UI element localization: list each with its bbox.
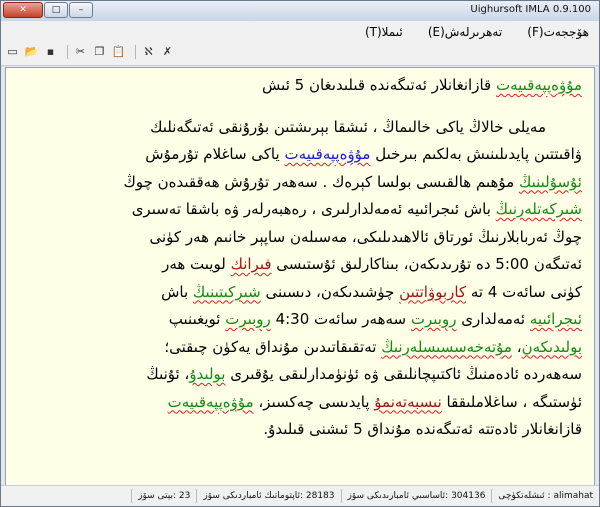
menu-file[interactable]: ھۆججەت(F) — [517, 23, 599, 41]
strikethrough-icon[interactable]: ✗ — [160, 45, 175, 59]
text-run: باش ئىجرائىيە ئەمەلدارلىرى ، رەھبەرلەر ۋ… — [131, 200, 496, 218]
text-run: مەيلى خالاڭ ياكى خالىماڭ ، ئىشقا بېرىشتى… — [150, 117, 546, 136]
status-bar: ئىشلەتكۈچى : alimahat ئاساسىي ئامبارىدىك… — [1, 485, 599, 506]
status-auto-value: 28183 — [305, 491, 335, 501]
save-icon[interactable]: ▪ — [43, 45, 58, 59]
text-line: شىركەتلەرنىڭ باش ئىجرائىيە ئەمەلدارلىرى … — [20, 196, 582, 224]
text-run: ئۈستىگە ، ساغلاملىققا — [441, 392, 582, 411]
text-line: سەھەردە ئادەمنىڭ ئاكتىپچانلىقى ۋە ئۈنۈمد… — [20, 361, 582, 389]
menu-edit[interactable]: تەھرىرلەش(E) — [418, 23, 512, 41]
text-line: ئەتىگەن 5:00 دە تۇرىدىكەن، بىناكارلىق ئۇ… — [20, 251, 582, 279]
flagged-word[interactable]: ئىجرائىيە — [530, 310, 582, 328]
status-user-value: alimahat — [553, 491, 593, 501]
text-line: ئۈستىگە ، ساغلاملىققا نىسبەتەنمۇ پايدىسى… — [20, 389, 582, 417]
flagged-word[interactable]: بولىدۇ — [189, 365, 225, 383]
toolbar-separator — [67, 45, 68, 59]
text-run: قازانغانلار ئادەتتە ئەتىگەندە مۇنداق 5 ئ… — [263, 420, 582, 438]
text-line: بولىدىكەن، مۇتەخەسسىسلەرنىڭ تەتقىقاتىدىن… — [20, 334, 582, 362]
text-line: ئۇسۇلىنىڭ مۇھىم ھالقىسى بولسا كېرەك . سە… — [20, 169, 583, 197]
flagged-word[interactable]: مۇۋەپپەقىيەت — [168, 393, 254, 411]
status-page-words: بېتى سۆز: 23 — [131, 489, 196, 503]
text-run: كۈنى سائەت 4 تە — [466, 282, 582, 301]
flagged-word[interactable]: روبىرت — [411, 310, 457, 328]
text-run: ئەتىگەن 5:00 دە تۇرىدىكەن، بىناكارلىق ئۇ… — [271, 255, 582, 273]
text-run: ئويغىنىپ — [168, 310, 226, 328]
window-title: Uighursoft IMLA 0.9.100 — [470, 4, 591, 15]
status-main-dictionary: ئاساسىي ئامبارىدىكى سۆز: 304136 — [340, 489, 492, 503]
toolbar-separator — [135, 45, 136, 59]
flagged-word[interactable]: شىركىتىنىڭ — [193, 283, 261, 301]
text-run: پايدىسى چەكسىز، — [253, 392, 375, 411]
flagged-word[interactable]: ئۇسۇلىنىڭ — [519, 173, 582, 191]
text-run: ۋاقىتتىن پايدىلىنىش بەلكىم بىرخىل — [370, 145, 582, 163]
flagged-word[interactable]: مۇتەخەسسىسلەرنىڭ — [381, 338, 512, 356]
flagged-word[interactable]: روبىرت — [225, 310, 271, 328]
flagged-word[interactable]: نىسبەتەنمۇ — [374, 393, 441, 411]
text-run: ياكى ساغلام تۇرمۇش — [145, 145, 285, 163]
menu-bar: ھۆججەت(F) تەھرىرلەش(E) ئىملا(T) — [1, 21, 599, 41]
status-main-value: 304136 — [451, 491, 486, 501]
text-editor[interactable]: مۇۋەپپەقىيەت قازانغانلار ئەتىگەندە قىلىد… — [5, 67, 595, 486]
status-page-label: بېتى سۆز: — [138, 491, 177, 501]
flagged-word[interactable]: بولىدىكەن — [522, 338, 582, 356]
close-button[interactable]: ✕ — [3, 2, 43, 18]
window-controls: ✕ □ – — [3, 2, 94, 18]
spellcheck-icon[interactable]: ℵ — [141, 45, 156, 59]
text-run: ئەمەلدارى — [456, 310, 530, 328]
text-run: سەھەر سائەت 4:30 — [270, 310, 411, 328]
text-run: سەھەردە ئادەمنىڭ ئاكتىپچانلىقى ۋە ئۈنۈمد… — [225, 365, 582, 383]
maximize-button[interactable]: □ — [44, 2, 68, 18]
minimize-button[interactable]: – — [69, 2, 93, 18]
text-run: ، — [511, 337, 522, 356]
text-line: ئىجرائىيە ئەمەلدارى روبىرت سەھەر سائەت 4… — [20, 306, 582, 334]
text-run: چوڭ ئەربابلارنىڭ ئورتاق ئالاھىدىلىكى، مە… — [149, 227, 582, 246]
status-page-value: 23 — [178, 491, 191, 501]
text-run: ، ئۇنىڭ — [146, 365, 190, 383]
text-line: قازانغانلار ئادەتتە ئەتىگەندە مۇنداق 5 ئ… — [20, 416, 582, 444]
cut-icon[interactable]: ✂ — [73, 45, 88, 59]
new-document-icon[interactable]: ▭ — [5, 45, 20, 59]
flagged-word[interactable]: شىركەتلەرنىڭ — [496, 200, 582, 218]
text-line: مۇۋەپپەقىيەت قازانغانلار ئەتىگەندە قىلىد… — [20, 72, 582, 100]
status-user: ئىشلەتكۈچى : alimahat — [491, 489, 599, 503]
title-bar[interactable]: ✕ □ – Uighursoft IMLA 0.9.100 — [1, 1, 599, 21]
flagged-word[interactable]: مۇۋەپپەقىيەت — [496, 76, 582, 94]
text-line: چوڭ ئەربابلارنىڭ ئورتاق ئالاھىدىلىكى، مە… — [20, 224, 582, 252]
app-window: ✕ □ – Uighursoft IMLA 0.9.100 ھۆججەت(F) … — [0, 0, 600, 507]
copy-icon[interactable]: ❐ — [92, 45, 107, 59]
toolbar: ▭ 📂 ▪ ✂ ❐ 📋 ℵ ✗ — [1, 41, 599, 66]
paste-icon[interactable]: 📋 — [111, 45, 126, 59]
text-line: مەيلى خالاڭ ياكى خالىماڭ ، ئىشقا بېرىشتى… — [20, 114, 582, 142]
open-folder-icon[interactable]: 📂 — [24, 45, 39, 59]
menu-spell[interactable]: ئىملا(T) — [355, 23, 413, 41]
status-auto-label: ئاپتوماتىك ئامباردىكى سۆز: — [203, 491, 303, 501]
text-run: مۇھىم ھالقىسى بولسا كېرەك . سەھەر تۇرۇش … — [123, 172, 519, 191]
status-user-label: ئىشلەتكۈچى : — [498, 491, 551, 501]
flagged-word[interactable]: مۇۋەپپەقىيەت — [284, 145, 370, 163]
text-line: كۈنى سائەت 4 تە كاربوۋاتتىن چۈشىدىكەن، د… — [20, 279, 582, 307]
flagged-word[interactable]: كاربوۋاتتىن — [399, 283, 466, 301]
text-run: تەتقىقاتىدىن مۇنداق يەكۈن چىقتى؛ — [164, 337, 382, 356]
text-run: باش — [161, 282, 193, 301]
status-auto-dictionary: ئاپتوماتىك ئامباردىكى سۆز: 28183 — [196, 489, 340, 503]
text-run: چۈشىدىكەن، دىسىنى — [260, 282, 400, 301]
text-line: ۋاقىتتىن پايدىلىنىش بەلكىم بىرخىل مۇۋەپپ… — [20, 141, 582, 169]
flagged-word[interactable]: فىرانك — [231, 255, 272, 273]
text-run: قازانغانلار ئەتىگەندە قىلىدىغان 5 ئىش — [262, 76, 496, 94]
text-run: لويىت ھەر — [162, 255, 231, 273]
status-main-label: ئاساسىي ئامبارىدىكى سۆز: — [347, 491, 449, 501]
